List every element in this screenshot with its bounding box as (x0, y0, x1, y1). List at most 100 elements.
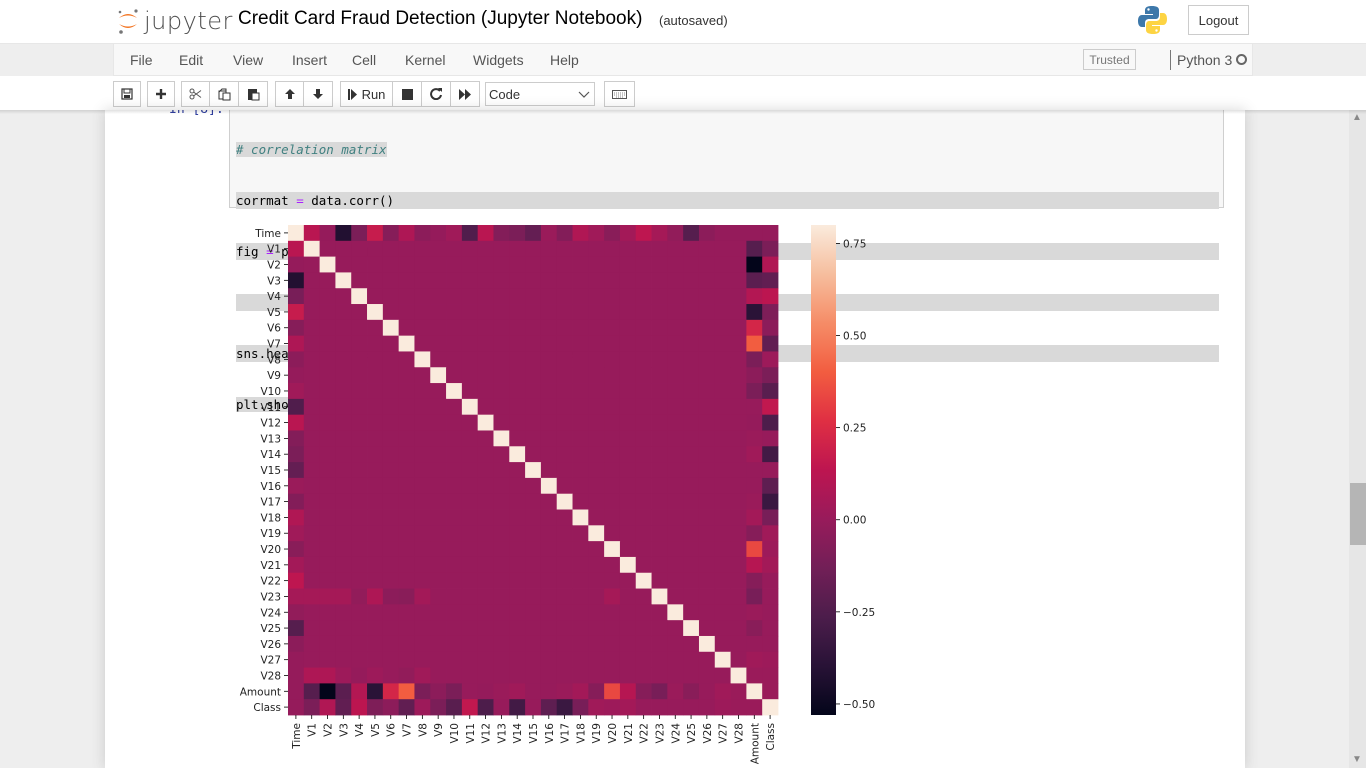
heatmap-cell (367, 604, 384, 621)
heatmap-cell (493, 699, 510, 716)
fast-forward-icon (458, 88, 471, 100)
heatmap-cell (540, 556, 558, 574)
scrollbar-thumb[interactable] (1350, 483, 1366, 545)
heatmap-cell (430, 477, 447, 495)
heatmap-cell (493, 414, 510, 431)
heatmap-cell (398, 414, 415, 431)
heatmap-cell (509, 225, 526, 242)
colorbar-tick-label: 0.00 (843, 515, 866, 527)
heatmap-cell (714, 588, 731, 605)
heatmap-cell (335, 398, 352, 416)
heatmap-cell (572, 620, 589, 637)
heatmap-cell (493, 493, 510, 510)
scrollbar[interactable] (1349, 110, 1366, 768)
copy-button[interactable] (210, 81, 239, 107)
heatmap-cell (714, 572, 731, 589)
heatmap-cell (398, 367, 415, 384)
heatmap-cell (540, 367, 558, 384)
menu-kernel[interactable]: Kernel (405, 52, 445, 68)
heatmap-cell (556, 446, 573, 463)
kernel-name[interactable]: Python 3 (1177, 52, 1232, 68)
run-button[interactable]: Run (340, 81, 393, 107)
heatmap-cell (493, 351, 510, 368)
heatmap-cell (509, 699, 526, 716)
heatmap-cell (540, 493, 558, 510)
run-label: Run (361, 86, 386, 102)
heatmap-cell (635, 651, 652, 668)
heatmap-cell (414, 493, 431, 510)
notebook-title[interactable]: Credit Card Fraud Detection (Jupyter Not… (238, 8, 642, 30)
heatmap-cell (540, 635, 558, 653)
heatmap-cell (382, 572, 400, 589)
heatmap-cell (509, 272, 526, 289)
heatmap-cell (667, 304, 684, 321)
heatmap-cell (477, 699, 494, 716)
heatmap-cell (367, 335, 384, 352)
heatmap-cell (414, 683, 431, 700)
menu-widgets[interactable]: Widgets (473, 52, 524, 68)
heatmap-cell (509, 288, 526, 305)
python-logo-icon (1138, 6, 1167, 34)
heatmap-cell (604, 620, 621, 637)
heatmap-cell (714, 541, 731, 558)
heatmap-cell (525, 635, 542, 653)
jupyter-logo[interactable]: jupyter (116, 4, 233, 38)
interrupt-button[interactable] (393, 81, 422, 107)
heatmap-cell (762, 683, 779, 700)
cell-type-select[interactable]: Code (485, 82, 595, 106)
move-down-button[interactable] (304, 81, 333, 107)
move-up-button[interactable] (275, 81, 304, 107)
insert-cell-button[interactable] (147, 81, 175, 107)
heatmap-cell (698, 620, 716, 637)
heatmap-cell (572, 683, 589, 700)
heatmap-cell (651, 367, 668, 384)
heatmap-cell (698, 240, 716, 258)
menu-help[interactable]: Help (550, 52, 579, 68)
plus-icon (156, 89, 166, 99)
paste-button[interactable] (239, 81, 268, 107)
heatmap-cell (509, 335, 526, 352)
heatmap-cell (525, 588, 542, 605)
heatmap-cell (667, 414, 684, 431)
x-tick-label: V16 (544, 723, 556, 744)
heatmap-cell (430, 651, 447, 668)
heatmap-cell (430, 430, 447, 447)
scroll-down-arrow-icon[interactable]: ▼ (1352, 754, 1362, 765)
menu-file[interactable]: File (130, 52, 153, 68)
heatmap-cell (525, 414, 542, 431)
heatmap-cell (382, 620, 400, 637)
heatmap-cell (430, 699, 447, 716)
heatmap-cell (303, 446, 321, 463)
menu-view[interactable]: View (233, 52, 263, 68)
menu-edit[interactable]: Edit (179, 52, 203, 68)
logout-button[interactable]: Logout (1188, 5, 1249, 35)
menu-cell[interactable]: Cell (352, 52, 376, 68)
restart-button[interactable] (422, 81, 451, 107)
trusted-indicator[interactable]: Trusted (1083, 49, 1136, 70)
heatmap-cell (762, 604, 779, 621)
heatmap-cell (572, 398, 589, 416)
heatmap-cell (319, 351, 336, 368)
command-palette-button[interactable] (604, 81, 635, 107)
heatmap-cell (619, 651, 637, 668)
heatmap-cell (446, 335, 463, 352)
heatmap-cell (698, 430, 716, 447)
heatmap-cell (335, 446, 352, 463)
save-button[interactable] (113, 81, 141, 107)
heatmap-cell (683, 572, 700, 589)
heatmap-cell (588, 572, 605, 589)
cut-button[interactable] (181, 81, 210, 107)
heatmap-cell (414, 351, 431, 368)
kernel-idle-icon (1236, 54, 1247, 65)
heatmap-cell (303, 620, 321, 637)
heatmap-cell (461, 667, 479, 684)
restart-run-all-button[interactable] (451, 81, 480, 107)
heatmap-cell (746, 667, 763, 684)
heatmap-cell (477, 541, 494, 558)
heatmap-cell (414, 240, 431, 258)
heatmap-cell (509, 525, 526, 542)
heatmap-cell (746, 604, 763, 621)
heatmap-cell (714, 335, 731, 352)
menu-insert[interactable]: Insert (292, 52, 327, 68)
heatmap-cell (604, 509, 621, 526)
